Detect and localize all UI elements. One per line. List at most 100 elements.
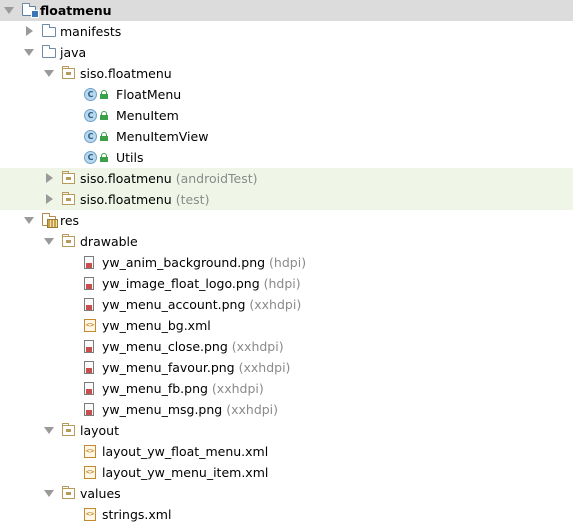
- tree-item-name: manifests: [60, 24, 122, 39]
- tree-item-qualifier: (xxhdpi): [231, 339, 284, 354]
- lock-icon: [100, 111, 108, 120]
- package-icon: [62, 486, 75, 499]
- xml-file-icon: <>: [84, 445, 96, 458]
- xml-file-icon: <>: [84, 319, 96, 332]
- tree-row-pkg-main[interactable]: siso.floatmenu: [0, 63, 573, 84]
- tree-item-name: yw_menu_close.png: [102, 339, 228, 354]
- res-folder-icon: [42, 213, 58, 228]
- tree-row-l2[interactable]: <> layout_yw_menu_item.xml: [0, 462, 573, 483]
- tree-item-name: MenuItemView: [116, 129, 209, 144]
- tree-row-d3[interactable]: yw_menu_account.png (xxhdpi): [0, 294, 573, 315]
- tree-item-label: drawable: [80, 233, 138, 250]
- tree-item-name: FloatMenu: [116, 87, 182, 102]
- tree-row-floatmenu[interactable]: floatmenu: [0, 0, 573, 21]
- tree-item-name: yw_menu_account.png: [102, 297, 246, 312]
- class-icon: C: [84, 151, 97, 164]
- tree-item-label: floatmenu: [40, 2, 112, 19]
- tree-item-label: res: [60, 212, 79, 229]
- png-file-icon: [84, 277, 94, 290]
- tree-item-label: MenuItem: [116, 107, 179, 124]
- chevron-down-icon[interactable]: [44, 490, 54, 497]
- chevron-down-icon[interactable]: [24, 217, 34, 224]
- folder-icon: [42, 45, 56, 58]
- tree-row-java[interactable]: java: [0, 42, 573, 63]
- tree-item-qualifier: (xxhdpi): [238, 360, 291, 375]
- chevron-down-icon[interactable]: [44, 427, 54, 434]
- tree-item-label: layout: [80, 422, 119, 439]
- tree-row-d2[interactable]: yw_image_float_logo.png (hdpi): [0, 273, 573, 294]
- tree-item-name: java: [60, 45, 87, 60]
- tree-row-Utils[interactable]: C Utils: [0, 147, 573, 168]
- tree-item-qualifier: (xxhdpi): [211, 381, 264, 396]
- class-icon: C: [84, 109, 97, 122]
- tree-row-values[interactable]: values: [0, 483, 573, 504]
- tree-item-qualifier: (xxhdpi): [226, 402, 279, 417]
- folder-icon: [42, 24, 56, 37]
- tree-item-name: layout_yw_menu_item.xml: [102, 465, 269, 480]
- tree-row-d7[interactable]: yw_menu_fb.png (xxhdpi): [0, 378, 573, 399]
- chevron-down-icon[interactable]: [44, 70, 54, 77]
- tree-item-name: MenuItem: [116, 108, 179, 123]
- tree-item-name: yw_menu_favour.png: [102, 360, 235, 375]
- tree-item-name: floatmenu: [40, 3, 112, 18]
- tree-item-label: FloatMenu: [116, 86, 181, 103]
- chevron-right-icon[interactable]: [26, 26, 33, 36]
- tree-row-d5[interactable]: yw_menu_close.png (xxhdpi): [0, 336, 573, 357]
- tree-row-MenuItem[interactable]: C MenuItem: [0, 105, 573, 126]
- tree-row-layout[interactable]: layout: [0, 420, 573, 441]
- tree-row-d1[interactable]: yw_anim_background.png (hdpi): [0, 252, 573, 273]
- tree-item-label: yw_anim_background.png (hdpi): [102, 254, 306, 271]
- chevron-right-icon[interactable]: [46, 173, 53, 183]
- tree-row-MenuItemView[interactable]: C MenuItemView: [0, 126, 573, 147]
- chevron-down-icon[interactable]: [4, 7, 14, 14]
- tree-item-name: yw_menu_fb.png: [102, 381, 208, 396]
- tree-item-name: strings.xml: [102, 507, 172, 522]
- xml-file-icon: <>: [84, 466, 96, 479]
- tree-item-qualifier: (hdpi): [269, 255, 307, 270]
- tree-item-name: yw_anim_background.png: [102, 255, 266, 270]
- tree-item-label: java: [60, 44, 86, 61]
- tree-row-d6[interactable]: yw_menu_favour.png (xxhdpi): [0, 357, 573, 378]
- chevron-down-icon[interactable]: [44, 238, 54, 245]
- tree-item-name: drawable: [80, 234, 138, 249]
- chevron-down-icon[interactable]: [24, 49, 34, 56]
- package-icon: [62, 423, 75, 436]
- tree-item-label: MenuItemView: [116, 128, 208, 145]
- xml-file-icon: <>: [84, 508, 96, 521]
- module-folder-icon: [22, 3, 39, 18]
- tree-item-label: siso.floatmenu (androidTest): [80, 170, 258, 187]
- project-tree: floatmenu manifests java siso.floatmenu C Flo…: [0, 0, 573, 525]
- tree-item-name: values: [80, 486, 121, 501]
- tree-item-label: layout_yw_menu_item.xml: [102, 464, 268, 481]
- tree-item-name: yw_menu_msg.png: [102, 402, 223, 417]
- tree-item-label: siso.floatmenu (test): [80, 191, 209, 208]
- package-icon: [62, 234, 75, 247]
- tree-row-res[interactable]: res: [0, 210, 573, 231]
- tree-row-FloatMenu[interactable]: C FloatMenu: [0, 84, 573, 105]
- tree-row-manifests[interactable]: manifests: [0, 21, 573, 42]
- tree-item-label: yw_menu_msg.png (xxhdpi): [102, 401, 278, 418]
- tree-item-name: yw_menu_bg.xml: [102, 318, 211, 333]
- lock-icon: [100, 153, 108, 162]
- tree-row-pkg-test[interactable]: siso.floatmenu (test): [0, 189, 573, 210]
- chevron-right-icon[interactable]: [46, 194, 53, 204]
- tree-row-pkg-androidTest[interactable]: siso.floatmenu (androidTest): [0, 168, 573, 189]
- tree-row-drawable[interactable]: drawable: [0, 231, 573, 252]
- tree-row-d8[interactable]: yw_menu_msg.png (xxhdpi): [0, 399, 573, 420]
- package-icon: [62, 192, 75, 205]
- tree-item-name: siso.floatmenu: [80, 192, 172, 207]
- tree-item-label: yw_menu_bg.xml: [102, 317, 211, 334]
- tree-row-l1[interactable]: <> layout_yw_float_menu.xml: [0, 441, 573, 462]
- tree-item-label: siso.floatmenu: [80, 65, 172, 82]
- tree-item-label: values: [80, 485, 121, 502]
- tree-item-label: yw_menu_close.png (xxhdpi): [102, 338, 284, 355]
- tree-item-name: res: [60, 213, 80, 228]
- tree-item-name: siso.floatmenu: [80, 66, 172, 81]
- tree-item-qualifier: (hdpi): [263, 276, 301, 291]
- package-icon: [62, 171, 75, 184]
- tree-item-name: Utils: [116, 150, 144, 165]
- png-file-icon: [84, 256, 94, 269]
- lock-icon: [100, 132, 108, 141]
- tree-row-d4[interactable]: <> yw_menu_bg.xml: [0, 315, 573, 336]
- tree-item-label: yw_image_float_logo.png (hdpi): [102, 275, 301, 292]
